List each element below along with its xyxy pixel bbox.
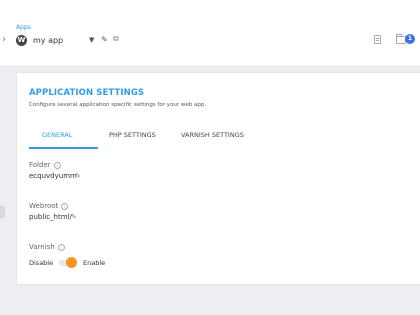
settings-tabs: GENERAL PHP SETTINGS VARNISH SETTINGS (29, 125, 409, 149)
expand-sidebar-chevron-icon[interactable]: › (2, 34, 6, 45)
edit-folder-pencil-icon[interactable]: ✎ (75, 172, 81, 180)
page-subtitle: Configure several application specific s… (29, 102, 207, 108)
webroot-value: public_html/ (29, 213, 72, 221)
application-settings-card: APPLICATION SETTINGS Configure several a… (16, 72, 420, 285)
edit-webroot-pencil-icon[interactable]: ✎ (71, 213, 77, 221)
app-selector[interactable]: W my app (16, 35, 63, 46)
varnish-disable-label: Disable (29, 259, 54, 267)
info-icon: i (53, 162, 61, 169)
varnish-label: Varnish i (29, 243, 65, 251)
sidebar-stub (0, 206, 5, 218)
varnish-toggle-knob[interactable] (66, 257, 77, 268)
webroot-label: Webroot i (29, 202, 69, 210)
rename-app-pencil-icon[interactable]: ✎ (101, 35, 108, 44)
apps-label: Apps (16, 24, 31, 31)
varnish-enable-label: Enable (83, 259, 106, 267)
info-icon: i (57, 244, 65, 251)
top-bar: › Apps W my app ▼ ✎ ⧉ 1 (0, 0, 420, 67)
tab-varnish-settings[interactable]: VARNISH SETTINGS (181, 131, 244, 139)
tab-php-settings[interactable]: PHP SETTINGS (109, 131, 156, 139)
open-app-external-icon[interactable]: ⧉ (113, 34, 119, 44)
folder-value: ecquvdyumm (29, 172, 77, 180)
folder-label: Folder i (29, 161, 61, 169)
document-icon[interactable] (374, 35, 381, 44)
page-title: APPLICATION SETTINGS (29, 88, 145, 98)
notification-badge[interactable]: 1 (405, 34, 415, 44)
wordpress-icon: W (16, 35, 27, 46)
tab-general[interactable]: GENERAL (42, 131, 72, 139)
active-tab-indicator (29, 147, 98, 149)
app-name: my app (33, 36, 64, 45)
info-icon: i (61, 203, 69, 210)
app-dropdown-caret-icon[interactable]: ▼ (89, 36, 94, 44)
